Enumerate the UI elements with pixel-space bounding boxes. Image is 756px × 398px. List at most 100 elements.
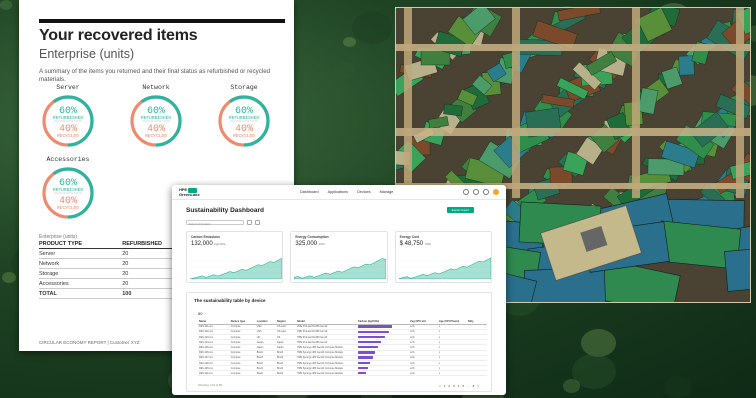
leaf-blob: [343, 37, 356, 48]
gauge-network: Network 60% REFURBISHED 40% RECYCLED: [127, 84, 185, 149]
kpi-unit: kWh: [318, 242, 325, 246]
recycled-label: RECYCLED: [57, 133, 79, 139]
kpi-label: Energy Consumption: [295, 235, 329, 239]
device-table-title: The sustainability table by device: [194, 298, 266, 303]
leaf-blob: [334, 62, 356, 80]
donut-chart: 60%REFURBISHED40%RECYCLED: [42, 167, 94, 219]
recycled-label: RECYCLED: [145, 133, 167, 139]
page-button[interactable]: 2: [448, 384, 450, 388]
recycled-label: RECYCLED: [57, 205, 79, 211]
carbon-bar: [357, 335, 385, 339]
cell-cpu-util: xx%: [408, 370, 438, 377]
report-title-rule: [39, 19, 285, 23]
page-button[interactable]: 8: [473, 384, 475, 388]
leaf-blob: [352, 12, 392, 44]
kpi-area-chart: [398, 257, 491, 279]
brand-logo[interactable]: HPE GreenLake: [179, 187, 200, 197]
gauge-server: Server 60% REFURBISHED 40% RECYCLED: [39, 84, 97, 149]
cell-name: DEV-110-xxx: [198, 370, 230, 377]
leaf-blob: [563, 379, 580, 393]
gauge-name: Accessories: [46, 156, 90, 163]
main-menu: Dashboard Applications Devices Manage: [300, 190, 393, 194]
crate-post: [512, 8, 520, 198]
location-filter-select[interactable]: Select all location: [186, 220, 244, 226]
crate-post: [404, 8, 412, 198]
cell-tally: [466, 370, 487, 377]
kpi-card-carbon-emissions[interactable]: Carbon Emissions 132,000 kgCO2e: [186, 231, 284, 283]
export-report-button[interactable]: Export report: [446, 207, 474, 213]
kpi-cards: Carbon Emissions 132,000 kgCO2e Energy C…: [186, 231, 492, 283]
circuit-board-piece: [443, 103, 463, 117]
cell-product: Storage: [39, 268, 123, 279]
area-series: [294, 258, 387, 279]
gauge-storage: Storage 60% REFURBISHED 40% RECYCLED: [215, 84, 273, 149]
menu-item-applications[interactable]: Applications: [328, 190, 348, 194]
carbon-bar: [357, 366, 369, 370]
kpi-card-energy-cost[interactable]: Energy Cost $ 48,750 USD: [394, 231, 492, 283]
cell-product: Network: [39, 258, 123, 269]
table-pagination-summary: Showing 1-10 of 80: [198, 383, 223, 387]
menu-item-dashboard[interactable]: Dashboard: [300, 190, 319, 194]
leaf-blob: [581, 329, 616, 357]
prev-page-button[interactable]: <: [439, 384, 441, 388]
kpi-value: 132,000: [191, 241, 213, 247]
menu-item-devices[interactable]: Devices: [357, 190, 371, 194]
carbon-bar: [357, 361, 371, 365]
carbon-bar: [357, 346, 378, 349]
carbon-bar: [357, 325, 393, 328]
gauge-name: Storage: [230, 84, 258, 91]
device-table: Name Device type Location Region Model Carbon…: [198, 319, 487, 377]
avatar[interactable]: [493, 189, 499, 195]
cell-carbon: [356, 370, 409, 377]
dashboard-title: Sustainability Dashboard: [186, 207, 265, 214]
carbon-bar: [357, 340, 381, 344]
recycled-label: RECYCLED: [233, 133, 255, 139]
report-footer: CIRCULAR ECONOMY REPORT | Customer XYZ: [39, 340, 140, 345]
device-count: 80: [198, 311, 203, 316]
refurbished-label: REFURBISHED: [53, 187, 84, 193]
page-button[interactable]: 3: [453, 384, 455, 388]
cell-region: Brazil: [276, 370, 297, 377]
kpi-card-energy-consumption[interactable]: Energy Consumption 325,000 kWh: [290, 231, 388, 283]
kpi-value: $ 48,750: [399, 241, 424, 247]
report-title: Your recovered items: [39, 27, 198, 44]
gauge-name: Network: [142, 84, 170, 91]
pagination: <1 2 3 4 5... 8 >: [439, 384, 479, 388]
grid-icon[interactable]: [473, 189, 479, 195]
crate-slat: [396, 44, 750, 51]
filter-icons: [247, 220, 260, 225]
device-table-section: The sustainability table by device 80 Na…: [186, 292, 492, 392]
cell-model: HPE Synergy 480 Gen10 Compute Module: [296, 370, 357, 377]
help-icon[interactable]: [463, 189, 469, 195]
donut-chart: 60%REFURBISHED40%RECYCLED: [218, 95, 270, 147]
carbon-bar: [357, 330, 390, 333]
filter-icon[interactable]: [255, 220, 260, 225]
kpi-unit: USD: [424, 242, 432, 246]
crate-slat: [396, 128, 750, 136]
donut-chart: 60%REFURBISHED40%RECYCLED: [130, 95, 182, 147]
carbon-bar: [357, 351, 376, 354]
next-page-button[interactable]: >: [477, 384, 479, 388]
refurbished-label: REFURBISHED: [141, 115, 172, 121]
page-button[interactable]: 4: [458, 384, 460, 388]
report-description: A summary of the items you returned and …: [39, 68, 271, 83]
menu-item-manage[interactable]: Manage: [380, 190, 394, 194]
cell-location: Brazil: [255, 370, 276, 377]
cell-product: Accessories: [39, 278, 123, 289]
notification-icon[interactable]: [483, 189, 489, 195]
kpi-unit: kgCO2e: [214, 242, 226, 246]
area-series: [190, 257, 282, 279]
page-button[interactable]: 1: [444, 384, 446, 388]
kpi-area-chart: [190, 257, 282, 279]
refurbished-label: REFURBISHED: [229, 115, 260, 121]
table-row[interactable]: DEV-110-xxx Compute Brazil Brazil HPE Synerg…: [198, 370, 487, 377]
report-subtitle: Enterprise (units): [39, 47, 135, 61]
page-button[interactable]: ...: [467, 384, 470, 388]
col-header-product-type: PRODUCT TYPE: [39, 240, 123, 249]
gauge-accessories: Accessories 60% REFURBISHED 40% RECYCLED: [39, 156, 97, 221]
circuit-board-piece: [678, 55, 695, 76]
brand-greenlake: GreenLake: [179, 191, 200, 197]
leaf-blob: [2, 272, 16, 284]
page-button[interactable]: 5: [462, 384, 464, 388]
settings-icon[interactable]: [247, 220, 252, 225]
